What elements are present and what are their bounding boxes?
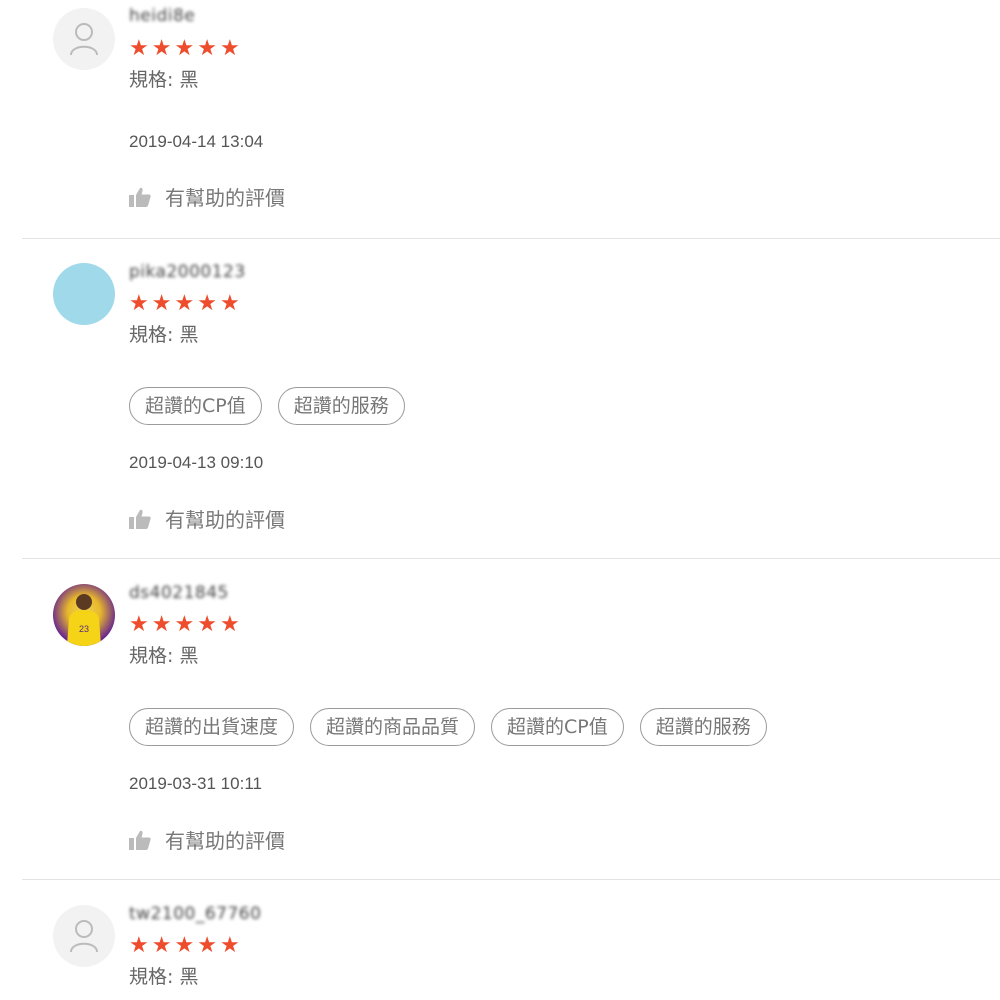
star-rating: ★ ★ ★ ★ ★ [129, 614, 240, 636]
avatar[interactable]: 23 [53, 584, 115, 646]
reviewer-username: pika2000123 [129, 262, 246, 282]
product-variation: 規格: 黑 [129, 645, 199, 667]
star-icon: ★ [129, 612, 149, 637]
avatar[interactable] [53, 8, 115, 70]
review-date: 2019-04-14 13:04 [129, 132, 264, 151]
star-rating: ★ ★ ★ ★ ★ [129, 293, 240, 315]
star-icon: ★ [197, 612, 217, 637]
user-icon [70, 920, 98, 953]
star-rating: ★ ★ ★ ★ ★ [129, 935, 240, 957]
helpful-button[interactable]: 有幫助的評價 [129, 504, 285, 533]
star-icon: ★ [219, 36, 240, 61]
divider [22, 558, 1000, 559]
reviewer-username: ds4021845 [129, 583, 229, 603]
divider [22, 238, 1000, 239]
review-tag: 超讚的CP值 [129, 387, 262, 425]
divider [22, 879, 1000, 880]
product-variation: 規格: 黑 [129, 324, 199, 346]
helpful-button[interactable]: 有幫助的評價 [129, 825, 285, 854]
review-date: 2019-03-31 10:11 [129, 774, 262, 793]
review-tags: 超讚的出貨速度 超讚的商品品質 超讚的CP值 超讚的服務 [129, 708, 767, 746]
review-tags: 超讚的CP值 超讚的服務 [129, 387, 405, 425]
review-tag: 超讚的服務 [277, 387, 405, 425]
thumbs-up-icon [129, 830, 151, 850]
star-icon: ★ [174, 933, 195, 958]
star-icon: ★ [151, 291, 172, 316]
user-icon [70, 23, 98, 56]
star-icon: ★ [129, 933, 149, 958]
avatar[interactable] [53, 905, 115, 967]
helpful-label: 有幫助的評價 [165, 186, 285, 210]
review-tag: 超讚的商品品質 [310, 708, 476, 746]
star-icon: ★ [219, 933, 240, 958]
review-date: 2019-04-13 09:10 [129, 453, 264, 472]
star-icon: ★ [129, 291, 149, 316]
avatar[interactable] [53, 263, 115, 325]
review-tag: 超讚的出貨速度 [129, 708, 295, 746]
player-photo-icon: 23 [67, 594, 101, 646]
star-rating: ★ ★ ★ ★ ★ [129, 38, 240, 60]
star-icon: ★ [219, 612, 240, 637]
helpful-button[interactable]: 有幫助的評價 [129, 182, 285, 211]
helpful-label: 有幫助的評價 [165, 829, 285, 853]
star-icon: ★ [151, 612, 172, 637]
star-icon: ★ [129, 36, 149, 61]
thumbs-up-icon [129, 187, 151, 207]
product-variation: 規格: 黑 [129, 966, 199, 988]
star-icon: ★ [174, 291, 195, 316]
star-icon: ★ [197, 291, 217, 316]
review-tag: 超讚的CP值 [491, 708, 624, 746]
reviewer-username: heidi8e [129, 6, 196, 26]
thumbs-up-icon [129, 509, 151, 529]
review-tag: 超讚的服務 [639, 708, 767, 746]
helpful-label: 有幫助的評價 [165, 508, 285, 532]
star-icon: ★ [219, 291, 240, 316]
star-icon: ★ [174, 612, 195, 637]
reviewer-username: tw2100_67760 [129, 904, 262, 924]
star-icon: ★ [197, 36, 217, 61]
star-icon: ★ [151, 933, 172, 958]
product-variation: 規格: 黑 [129, 69, 199, 91]
star-icon: ★ [174, 36, 195, 61]
star-icon: ★ [197, 933, 217, 958]
svg-text:23: 23 [79, 624, 89, 634]
star-icon: ★ [151, 36, 172, 61]
